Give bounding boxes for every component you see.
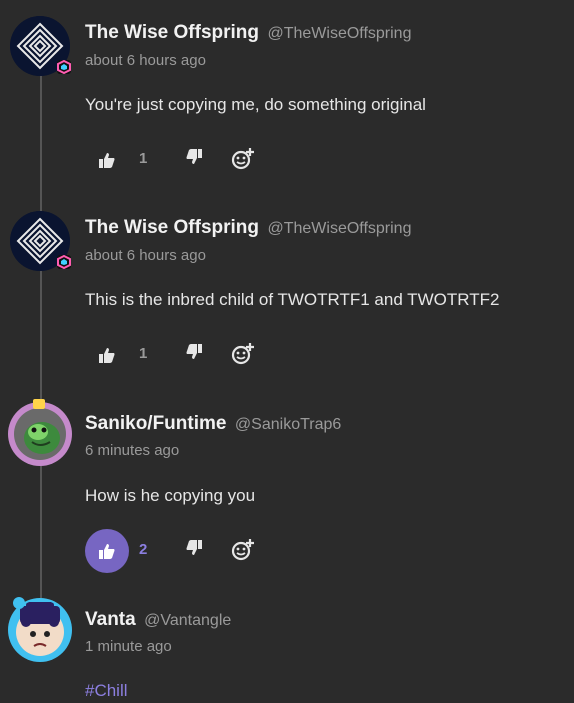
thumbs-down-icon xyxy=(186,344,202,359)
add-reaction-button[interactable] xyxy=(231,341,257,367)
author-row: The Wise Offspring @TheWiseOffspring xyxy=(85,217,411,239)
author-handle[interactable]: @TheWiseOffspring xyxy=(267,220,411,237)
character-avatar-icon xyxy=(10,404,70,464)
timestamp: about 6 hours ago xyxy=(85,247,206,264)
thumbs-up-icon xyxy=(99,348,115,363)
add-reaction-button[interactable] xyxy=(231,537,257,563)
avatar[interactable] xyxy=(10,600,70,660)
comment-text: This is the inbred child of TWOTRTF1 and… xyxy=(85,290,500,309)
author-name[interactable]: Vanta xyxy=(85,609,136,630)
timestamp: 1 minute ago xyxy=(85,638,172,655)
lock-badge-icon xyxy=(33,399,45,409)
author-handle[interactable]: @SanikoTrap6 xyxy=(235,416,341,433)
author-handle[interactable]: @TheWiseOffspring xyxy=(267,25,411,42)
author-row: Saniko/Funtime @SanikoTrap6 xyxy=(85,413,341,435)
add-reaction-icon xyxy=(231,539,254,561)
like-button[interactable] xyxy=(85,138,129,182)
thumbs-up-icon xyxy=(99,544,115,559)
comment-actions: 1 xyxy=(85,138,285,182)
thumbs-up-icon xyxy=(99,153,115,168)
sparkle-badge-icon xyxy=(13,597,25,609)
character-avatar-icon xyxy=(10,600,70,660)
dislike-button[interactable] xyxy=(185,148,209,172)
hashtag-link[interactable]: #Chill xyxy=(85,681,128,701)
comment-text: How is he copying you xyxy=(85,486,256,505)
author-name[interactable]: The Wise Offspring xyxy=(85,22,259,43)
like-button[interactable] xyxy=(85,333,129,377)
dislike-button[interactable] xyxy=(185,539,209,563)
verified-badge-icon xyxy=(57,59,71,75)
like-count: 1 xyxy=(139,150,148,167)
like-count: 2 xyxy=(139,541,148,558)
dislike-button[interactable] xyxy=(185,343,209,367)
add-reaction-icon xyxy=(231,148,254,170)
author-handle[interactable]: @Vantangle xyxy=(144,612,231,629)
avatar[interactable] xyxy=(10,404,70,464)
author-name[interactable]: The Wise Offspring xyxy=(85,217,259,238)
like-button[interactable] xyxy=(85,529,129,573)
comment-actions: 2 xyxy=(85,529,285,573)
comment-actions: 1 xyxy=(85,333,285,377)
timestamp: about 6 hours ago xyxy=(85,52,206,69)
thread-line xyxy=(40,70,42,610)
add-reaction-icon xyxy=(231,343,254,365)
comment-text: You're just copying me, do something ori… xyxy=(85,95,426,114)
verified-badge-icon xyxy=(57,254,71,270)
timestamp: 6 minutes ago xyxy=(85,442,180,459)
add-reaction-button[interactable] xyxy=(231,146,257,172)
like-count: 1 xyxy=(139,345,148,362)
thumbs-down-icon xyxy=(186,540,202,555)
thumbs-down-icon xyxy=(186,149,202,164)
author-row: Vanta @Vantangle xyxy=(85,609,231,631)
author-row: The Wise Offspring @TheWiseOffspring xyxy=(85,22,411,44)
author-name[interactable]: Saniko/Funtime xyxy=(85,413,226,434)
